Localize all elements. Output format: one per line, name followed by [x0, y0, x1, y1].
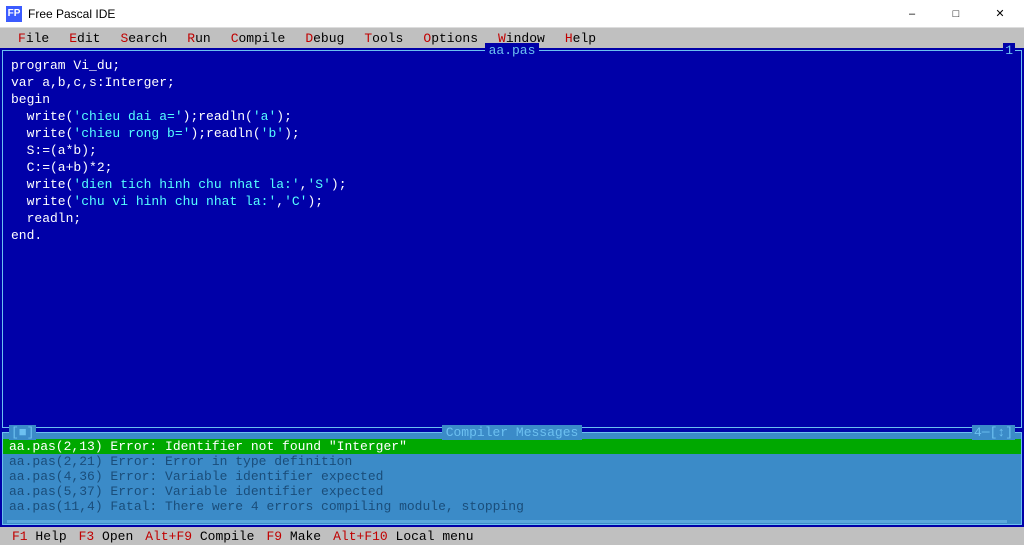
menu-run[interactable]: Run — [177, 30, 220, 47]
status-f3[interactable]: F3 Open — [73, 529, 140, 544]
menu-edit[interactable]: Edit — [59, 30, 110, 47]
ide-body: aa.pas 1 program Vi_du; var a,b,c,s:Inte… — [0, 48, 1024, 527]
menu-debug[interactable]: Debug — [295, 30, 354, 47]
compiler-scrollbar[interactable] — [7, 520, 1007, 523]
compiler-message[interactable]: aa.pas(11,4) Fatal: There were 4 errors … — [3, 499, 1021, 514]
status-f1[interactable]: F1 Help — [6, 529, 73, 544]
status-alt-f10[interactable]: Alt+F10 Local menu — [327, 529, 479, 544]
compiler-window-number: 4─[↕] — [972, 425, 1015, 440]
compiler-messages-list[interactable]: aa.pas(2,13) Error: Identifier not found… — [3, 433, 1021, 514]
compiler-messages-window[interactable]: [■] Compiler Messages 4─[↕] aa.pas(2,13)… — [2, 432, 1022, 525]
titlebar: FP Free Pascal IDE – □ ✕ — [0, 0, 1024, 28]
menu-help[interactable]: Help — [555, 30, 606, 47]
editor-window[interactable]: aa.pas 1 program Vi_du; var a,b,c,s:Inte… — [2, 50, 1022, 428]
menubar: FileEditSearchRunCompileDebugToolsOption… — [0, 28, 1024, 48]
menu-tools[interactable]: Tools — [354, 30, 413, 47]
statusbar: F1 HelpF3 OpenAlt+F9 CompileF9 MakeAlt+F… — [0, 527, 1024, 545]
editor-window-number: 1 — [1003, 43, 1015, 58]
window-title: Free Pascal IDE — [28, 7, 115, 21]
compiler-message[interactable]: aa.pas(4,36) Error: Variable identifier … — [3, 469, 1021, 484]
menu-options[interactable]: Options — [413, 30, 488, 47]
compiler-close-icon[interactable]: [■] — [9, 425, 36, 440]
compiler-message[interactable]: aa.pas(5,37) Error: Variable identifier … — [3, 484, 1021, 499]
menu-compile[interactable]: Compile — [221, 30, 296, 47]
maximize-button[interactable]: □ — [934, 0, 978, 28]
status-alt-f9[interactable]: Alt+F9 Compile — [139, 529, 260, 544]
compiler-message[interactable]: aa.pas(2,13) Error: Identifier not found… — [3, 439, 1021, 454]
editor-content[interactable]: program Vi_du; var a,b,c,s:Interger; beg… — [3, 51, 1021, 250]
close-button[interactable]: ✕ — [978, 0, 1022, 28]
status-f9[interactable]: F9 Make — [260, 529, 327, 544]
menu-window[interactable]: Window — [488, 30, 555, 47]
app-icon: FP — [6, 6, 22, 22]
menu-search[interactable]: Search — [110, 30, 177, 47]
compiler-message[interactable]: aa.pas(2,21) Error: Error in type defini… — [3, 454, 1021, 469]
window-controls: – □ ✕ — [890, 0, 1022, 28]
minimize-button[interactable]: – — [890, 0, 934, 28]
menu-file[interactable]: File — [8, 30, 59, 47]
